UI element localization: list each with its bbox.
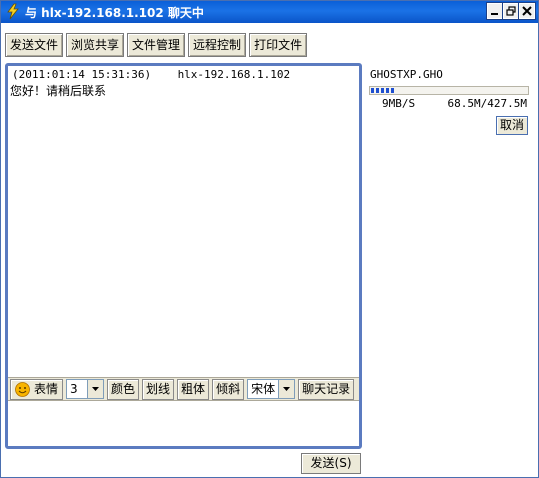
transfer-speed: 9MB/S xyxy=(382,97,416,110)
font-size-value: 3 xyxy=(70,382,78,396)
send-button[interactable]: 发送(S) xyxy=(301,453,361,474)
close-button[interactable] xyxy=(518,2,536,20)
send-file-button[interactable]: 发送文件 xyxy=(5,33,64,57)
close-icon xyxy=(522,6,532,16)
transfer-file-name: GHOSTXP.GHO xyxy=(370,68,443,81)
emoji-label: 表情 xyxy=(34,381,59,396)
main-toolbar: 发送文件 浏览共享 文件管理 远程控制 打印文件 xyxy=(5,33,308,57)
transfer-progress-bar xyxy=(369,86,529,95)
message-input[interactable] xyxy=(8,402,359,446)
color-button[interactable]: 颜色 xyxy=(107,378,140,400)
smiley-icon xyxy=(15,381,30,397)
cancel-transfer-button[interactable]: 取消 xyxy=(496,116,528,135)
font-name-value: 宋体 xyxy=(251,382,276,396)
restore-button[interactable] xyxy=(502,2,520,20)
minimize-button[interactable] xyxy=(486,2,504,20)
restore-icon xyxy=(506,6,516,16)
message-header: (2011:01:14 15:31:36) hlx-192.168.1.102 xyxy=(12,68,291,81)
remote-control-button[interactable]: 远程控制 xyxy=(188,33,247,57)
browse-share-button[interactable]: 浏览共享 xyxy=(66,33,125,57)
chat-panel: (2011:01:14 15:31:36) hlx-192.168.1.102 … xyxy=(5,63,362,449)
file-manager-button[interactable]: 文件管理 xyxy=(127,33,186,57)
chevron-down-icon xyxy=(278,380,295,398)
chat-history-button[interactable]: 聊天记录 xyxy=(298,378,355,400)
transfer-progress-fill xyxy=(371,88,396,93)
transfer-size: 68.5M/427.5M xyxy=(447,97,527,110)
message-text: 您好！请稍后联系 xyxy=(10,84,107,98)
send-accesskey: (S) xyxy=(334,456,352,470)
print-file-button[interactable]: 打印文件 xyxy=(249,33,308,57)
font-name-select[interactable]: 宋体 xyxy=(247,379,296,399)
format-toolbar: 表情 3 颜色 划线 粗体 倾斜 宋体 聊天记录 xyxy=(8,377,359,401)
chat-window: 与 hlx-192.168.1.102 聊天中 发送文件 浏览共享 文件管理 远… xyxy=(0,0,539,478)
italic-button[interactable]: 倾斜 xyxy=(212,378,245,400)
title-bar[interactable]: 与 hlx-192.168.1.102 聊天中 xyxy=(1,1,538,23)
send-label: 发送 xyxy=(310,456,335,470)
bold-button[interactable]: 粗体 xyxy=(177,378,210,400)
font-size-select[interactable]: 3 xyxy=(66,379,105,399)
window-title: 与 hlx-192.168.1.102 聊天中 xyxy=(25,6,204,20)
emoji-button[interactable]: 表情 xyxy=(10,378,64,400)
minimize-icon xyxy=(491,13,498,15)
underline-button[interactable]: 划线 xyxy=(142,378,175,400)
chevron-down-icon xyxy=(87,380,104,398)
lightning-icon xyxy=(5,3,21,20)
